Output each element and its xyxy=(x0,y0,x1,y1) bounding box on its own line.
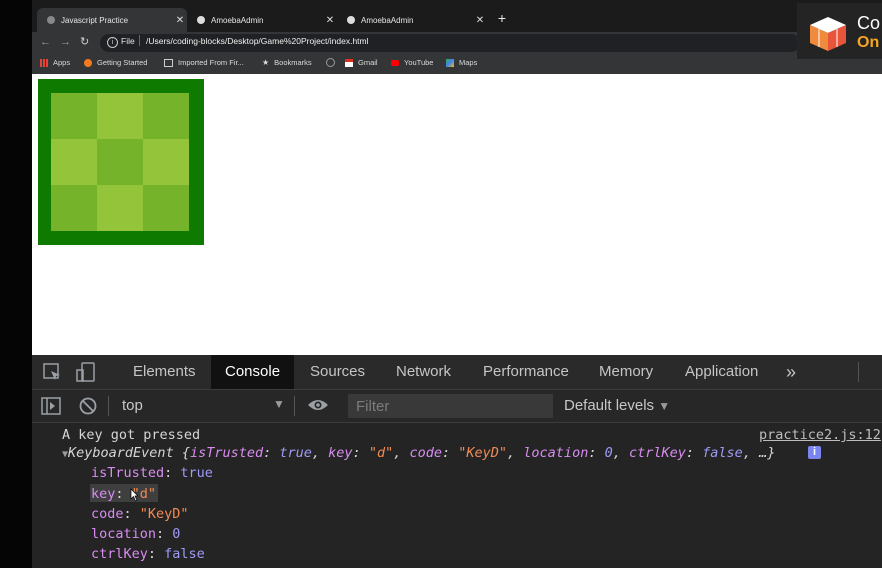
tab-amoebaadmin-1[interactable]: AmoebaAdmin ✕ xyxy=(187,8,337,32)
grid-cell xyxy=(97,93,143,139)
info-icon[interactable]: i xyxy=(107,37,118,48)
bookmark-youtube[interactable]: YouTube xyxy=(391,58,433,67)
toolbar-divider xyxy=(108,396,109,416)
log-levels-dropdown[interactable]: Default levels ▼ xyxy=(564,397,670,414)
sidebar-toggle-icon[interactable] xyxy=(41,397,61,415)
inspect-element-icon[interactable] xyxy=(43,363,62,382)
left-background xyxy=(0,0,32,568)
globe-icon xyxy=(197,16,205,24)
filter-placeholder: Filter xyxy=(356,398,390,415)
new-tab-button[interactable]: + xyxy=(495,10,509,26)
toolbar-divider xyxy=(294,396,295,416)
grid-cell xyxy=(51,139,97,185)
tab-application[interactable]: Application xyxy=(671,355,772,389)
grid-cell xyxy=(97,185,143,231)
close-tab-icon[interactable]: ✕ xyxy=(323,15,337,26)
tab-divider xyxy=(858,362,859,382)
tab-title: AmoebaAdmin xyxy=(361,15,414,25)
reload-icon[interactable]: ↻ xyxy=(80,35,89,48)
grid-cell xyxy=(51,93,97,139)
keyboard-event-summary[interactable]: ▼KeyboardEvent {isTrusted: true, key: "d… xyxy=(62,445,775,461)
grid-cell xyxy=(97,139,143,185)
context-selector[interactable]: top xyxy=(122,397,143,414)
prop-row-istrusted[interactable]: isTrusted: true xyxy=(91,465,213,481)
prop-row-code[interactable]: code: "KeyD" xyxy=(91,506,189,522)
url-scheme-label: File xyxy=(121,36,135,46)
star-icon: ★ xyxy=(262,58,270,67)
chevron-down-icon: ▼ xyxy=(658,399,671,413)
bookmark-github[interactable] xyxy=(326,58,335,67)
prop-row-location[interactable]: location: 0 xyxy=(91,526,180,542)
forward-icon[interactable]: → xyxy=(60,36,71,48)
maps-icon xyxy=(446,58,454,67)
tab-title: Javascript Practice xyxy=(61,15,129,25)
github-icon xyxy=(326,58,335,67)
bookmark-bookmarks[interactable]: ★ Bookmarks xyxy=(262,58,312,67)
gmail-icon xyxy=(345,58,353,67)
url-text[interactable]: /Users/coding-blocks/Desktop/Game%20Proj… xyxy=(146,36,369,46)
prop-row-key[interactable]: key: "d" xyxy=(91,486,156,502)
device-toolbar-icon[interactable] xyxy=(76,362,96,382)
source-link[interactable]: practice2.js:12 xyxy=(759,427,881,443)
url-separator xyxy=(139,35,140,46)
tab-title: AmoebaAdmin xyxy=(211,15,264,25)
info-badge-icon[interactable]: i xyxy=(808,446,821,459)
close-tab-icon[interactable]: ✕ xyxy=(473,15,487,26)
globe-icon xyxy=(347,16,355,24)
grid-cell xyxy=(143,139,189,185)
folder-icon xyxy=(164,58,173,67)
back-icon[interactable]: ← xyxy=(40,36,51,48)
tab-performance[interactable]: Performance xyxy=(469,355,583,389)
text-cursor-icon xyxy=(130,488,138,502)
bookmark-apps[interactable]: Apps xyxy=(40,58,70,67)
page-favicon-icon xyxy=(47,16,55,24)
grid-cell xyxy=(143,93,189,139)
youtube-icon xyxy=(391,59,399,66)
eye-icon[interactable] xyxy=(307,398,329,412)
more-tabs-button[interactable]: » xyxy=(772,355,810,389)
bookmark-getting-started[interactable]: Getting Started xyxy=(84,58,147,67)
console-log-message: A key got pressed xyxy=(62,427,201,443)
cube-logo-icon xyxy=(810,17,846,51)
tab-javascript-practice[interactable]: Javascript Practice ✕ xyxy=(37,8,187,32)
prop-row-ctrlkey[interactable]: ctrlKey: false xyxy=(91,546,205,562)
bookmark-maps[interactable]: Maps xyxy=(446,58,477,67)
grid-cell xyxy=(51,185,97,231)
logo-text-line2: On xyxy=(857,34,880,51)
tab-console[interactable]: Console xyxy=(211,355,295,389)
tab-sources[interactable]: Sources xyxy=(296,355,379,389)
chevron-down-icon[interactable]: ▼ xyxy=(273,397,285,411)
apps-grid-icon xyxy=(40,58,48,67)
bookmark-imported[interactable]: Imported From Fir... xyxy=(164,58,244,67)
tab-amoebaadmin-2[interactable]: AmoebaAdmin ✕ xyxy=(337,8,487,32)
close-tab-icon[interactable]: ✕ xyxy=(173,15,187,26)
logo-text-line1: Co xyxy=(857,13,881,33)
bookmark-gmail[interactable]: Gmail xyxy=(345,58,378,67)
tab-network[interactable]: Network xyxy=(382,355,465,389)
tab-memory[interactable]: Memory xyxy=(585,355,667,389)
tab-elements[interactable]: Elements xyxy=(119,355,210,389)
grid-cell xyxy=(143,185,189,231)
firefox-icon xyxy=(84,58,92,67)
clear-console-icon[interactable] xyxy=(79,397,97,415)
